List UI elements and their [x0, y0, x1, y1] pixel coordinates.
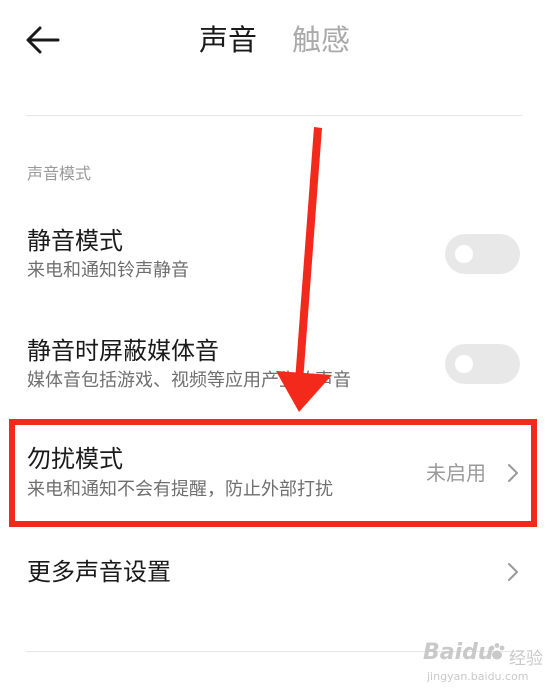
- watermark-sub: 经验: [509, 649, 543, 669]
- watermark-brand: Baidu: [423, 640, 494, 665]
- chevron-right-icon: [508, 563, 518, 581]
- dnd-row[interactable]: 勿扰模式 来电和通知不会有提醒，防止外部打扰 未启用: [0, 433, 553, 513]
- paw-icon: [489, 643, 505, 660]
- watermark-url: jingyan.baidu.com: [427, 670, 529, 683]
- mute-mode-row[interactable]: 静音模式 来电和通知铃声静音: [0, 215, 553, 295]
- chevron-right-icon: [508, 464, 518, 482]
- dnd-subtitle: 来电和通知不会有提醒，防止外部打扰: [27, 479, 333, 500]
- mute-media-row[interactable]: 静音时屏蔽媒体音 媒体音包括游戏、视频等应用产生的声音: [0, 325, 553, 405]
- more-sound-settings-title: 更多声音设置: [27, 558, 171, 586]
- back-button[interactable]: [22, 22, 62, 58]
- section-title: 声音模式: [27, 164, 92, 183]
- watermark: Baidu 经验 jingyan.baidu.com: [423, 638, 548, 688]
- tab-sound[interactable]: 声音: [199, 20, 257, 60]
- dnd-status-value: 未启用: [426, 461, 486, 485]
- mute-mode-title: 静音模式: [27, 227, 123, 255]
- more-sound-settings-row[interactable]: 更多声音设置: [0, 545, 553, 605]
- dnd-title: 勿扰模式: [27, 445, 123, 473]
- bottom-divider: [26, 651, 522, 652]
- mute-mode-subtitle: 来电和通知铃声静音: [27, 260, 189, 281]
- header-divider: [26, 115, 522, 116]
- toggle-knob: [455, 355, 473, 373]
- header: 声音 触感: [0, 0, 553, 90]
- mute-mode-toggle[interactable]: [445, 234, 520, 274]
- toggle-knob: [455, 245, 473, 263]
- back-arrow-icon: [26, 26, 60, 54]
- tab-haptic[interactable]: 触感: [292, 20, 350, 60]
- mute-media-toggle[interactable]: [445, 344, 520, 384]
- mute-media-subtitle: 媒体音包括游戏、视频等应用产生的声音: [27, 370, 351, 391]
- mute-media-title: 静音时屏蔽媒体音: [27, 337, 219, 365]
